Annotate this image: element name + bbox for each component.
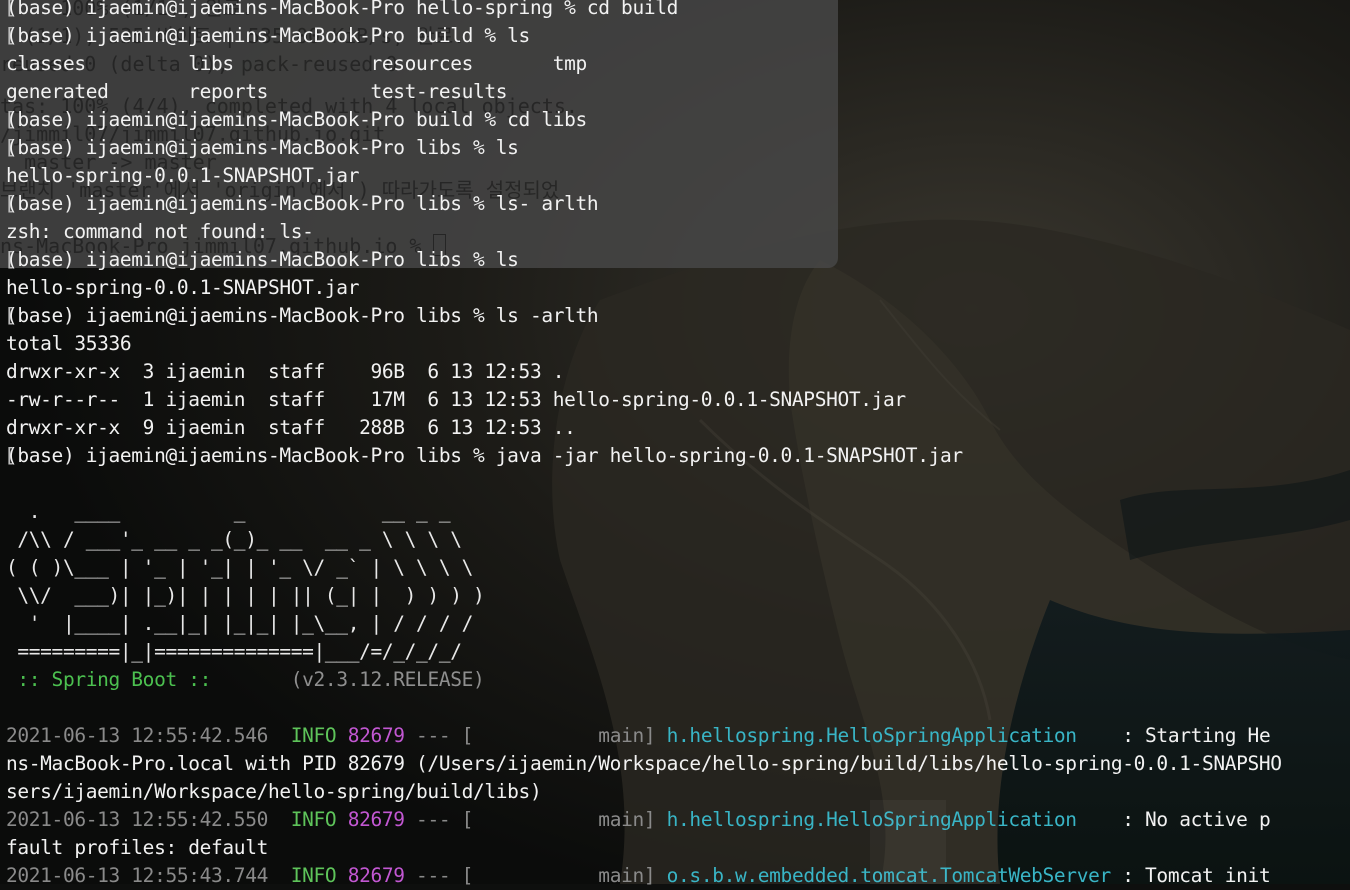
output-line: generated reports test-results bbox=[6, 80, 508, 103]
spring-banner-line: =========|_|==============|___/=/_/_/_/ bbox=[6, 640, 462, 663]
log-logger: h.hellospring.HelloSpringApplication bbox=[666, 724, 1077, 747]
log-thread: main] bbox=[473, 724, 656, 747]
log-continuation: ns-MacBook-Pro.local with PID 82679 (/Us… bbox=[6, 752, 1282, 775]
spring-banner-line: \\/ ___)| |_)| | | | | || (_| | ) ) ) ) bbox=[6, 584, 485, 607]
log-message: : Starting He bbox=[1076, 724, 1271, 747]
prompt-line: [(base) ijaemin@ijaemins-MacBook-Pro bui… bbox=[4, 22, 530, 50]
spring-boot-tag: :: Spring Boot :: bbox=[6, 668, 223, 691]
log-message: : No active p bbox=[1076, 808, 1271, 831]
spring-banner-line: /\\ / ___'_ __ _ _(_)_ __ __ _ \ \ \ \ bbox=[6, 528, 462, 551]
prompt-line: [(base) ijaemin@ijaemins-MacBook-Pro lib… bbox=[4, 190, 599, 218]
log-pid: 82679 bbox=[347, 724, 405, 747]
log-line: 2021-06-13 12:55:42.550 INFO 82679 --- [… bbox=[6, 806, 1271, 834]
bracket-marker: [ bbox=[4, 192, 16, 215]
command-text: (base) ijaemin@ijaemins-MacBook-Pro libs… bbox=[6, 248, 519, 271]
output-line: drwxr-xr-x 9 ijaemin staff 288B 6 13 12:… bbox=[6, 416, 576, 439]
bracket-marker: [ bbox=[4, 24, 16, 47]
command-text: (base) ijaemin@ijaemins-MacBook-Pro buil… bbox=[6, 108, 587, 131]
prompt-line: [(base) ijaemin@ijaemins-MacBook-Pro hel… bbox=[4, 0, 679, 22]
terminal-output[interactable]: [(base) ijaemin@ijaemins-MacBook-Pro hel… bbox=[0, 0, 1350, 887]
log-timestamp: 2021-06-13 12:55:42.546 bbox=[6, 724, 268, 747]
log-timestamp: 2021-06-13 12:55:42.550 bbox=[6, 808, 268, 831]
bracket-marker: [ bbox=[4, 248, 16, 271]
log-thread: main] bbox=[473, 808, 656, 831]
output-line: total 35336 bbox=[6, 332, 132, 355]
prompt-line: [(base) ijaemin@ijaemins-MacBook-Pro lib… bbox=[4, 246, 519, 274]
prompt-line: [(base) ijaemin@ijaemins-MacBook-Pro lib… bbox=[4, 442, 963, 470]
output-line: hello-spring-0.0.1-SNAPSHOT.jar bbox=[6, 164, 360, 187]
output-line: classes libs resources tmp bbox=[6, 52, 587, 75]
command-text: (base) ijaemin@ijaemins-MacBook-Pro libs… bbox=[6, 136, 519, 159]
command-text: (base) ijaemin@ijaemins-MacBook-Pro hell… bbox=[6, 0, 679, 19]
prompt-line: [(base) ijaemin@ijaemins-MacBook-Pro bui… bbox=[4, 106, 587, 134]
spring-banner-line: ( ( )\___ | '_ | '_| | '_ \/ _` | \ \ \ … bbox=[6, 556, 473, 579]
bracket-marker: [ bbox=[4, 0, 16, 19]
prompt-line: [(base) ijaemin@ijaemins-MacBook-Pro lib… bbox=[4, 302, 599, 330]
bracket-marker: [ bbox=[4, 108, 16, 131]
command-text: (base) ijaemin@ijaemins-MacBook-Pro libs… bbox=[6, 192, 599, 215]
log-separator: --- [ bbox=[404, 724, 474, 747]
bracket-marker: [ bbox=[4, 444, 16, 467]
log-level: INFO bbox=[290, 724, 337, 747]
command-text: (base) ijaemin@ijaemins-MacBook-Pro libs… bbox=[6, 304, 599, 327]
bracket-marker: [ bbox=[4, 136, 16, 159]
bracket-marker: [ bbox=[4, 304, 16, 327]
spring-banner-line: . ____ _ __ _ _ bbox=[6, 500, 451, 523]
prompt-line: [(base) ijaemin@ijaemins-MacBook-Pro lib… bbox=[4, 134, 519, 162]
spring-version: (v2.3.12.RELEASE) bbox=[222, 668, 485, 691]
log-continuation: sers/ijaemin/Workspace/hello-spring/buil… bbox=[6, 780, 542, 803]
command-text: (base) ijaemin@ijaemins-MacBook-Pro libs… bbox=[6, 444, 963, 467]
output-line: -rw-r--r-- 1 ijaemin staff 17M 6 13 12:5… bbox=[6, 388, 906, 411]
log-pid: 82679 bbox=[347, 808, 405, 831]
error-line: zsh: command not found: ls- bbox=[6, 220, 314, 243]
log-line: 2021-06-13 12:55:43.744 INFO 82679 --- [… bbox=[6, 862, 1271, 890]
command-text: (base) ijaemin@ijaemins-MacBook-Pro buil… bbox=[6, 24, 530, 47]
log-continuation: fault profiles: default bbox=[6, 836, 268, 859]
log-level: INFO bbox=[290, 808, 337, 831]
spring-version-line: :: Spring Boot :: (v2.3.12.RELEASE) bbox=[6, 666, 484, 694]
output-line: drwxr-xr-x 3 ijaemin staff 96B 6 13 12:5… bbox=[6, 360, 565, 383]
log-line: 2021-06-13 12:55:42.546 INFO 82679 --- [… bbox=[6, 722, 1271, 750]
overlay-artifact bbox=[870, 800, 946, 884]
log-separator: --- [ bbox=[404, 808, 474, 831]
spring-banner-line: ' |____| .__|_| |_|_| |_\__, | / / / / bbox=[6, 612, 474, 635]
output-line: hello-spring-0.0.1-SNAPSHOT.jar bbox=[6, 276, 360, 299]
